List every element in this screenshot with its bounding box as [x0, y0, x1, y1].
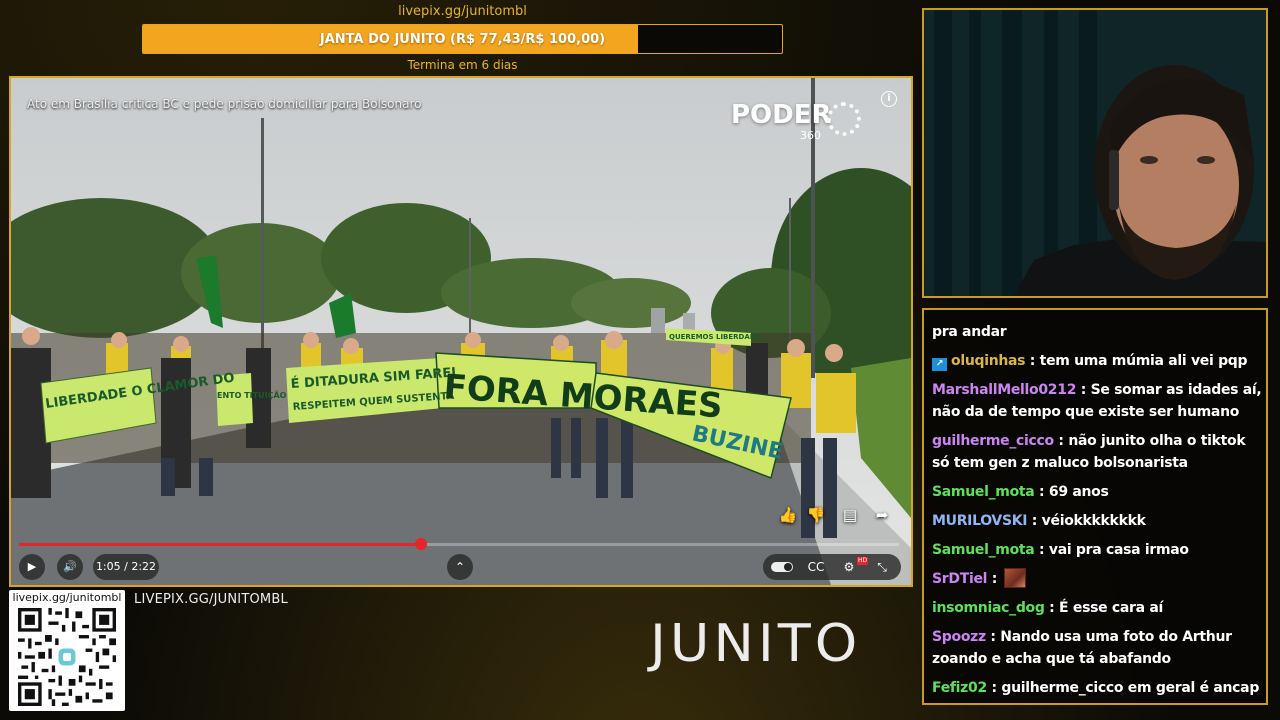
chat-username[interactable]: MURILOVSKI: [932, 513, 1028, 529]
info-icon[interactable]: i: [881, 91, 897, 107]
chat-username[interactable]: Fefiz02: [932, 680, 987, 696]
chat-message: MarshallMello0212 : Se somar as idades a…: [932, 379, 1262, 423]
webcam-feed: [922, 8, 1268, 298]
thumbs-down-icon[interactable]: 👎: [805, 504, 827, 526]
play-icon[interactable]: ▶: [19, 554, 45, 580]
chat-separator: :: [1076, 382, 1091, 398]
chat-username[interactable]: Samuel_mota: [932, 542, 1035, 558]
goal-url: livepix.gg/junitombl: [398, 4, 527, 19]
banner-side-text: ENTO TITUIÇÃO: [217, 390, 287, 400]
chat-message: Fefiz02 : guilherme_cicco em geral é anc…: [932, 677, 1262, 699]
chat-text: 69 anos: [1048, 484, 1109, 500]
chat-username[interactable]: insomniac_dog: [932, 600, 1045, 616]
chat-panel[interactable]: pra andar ↗ oluqinhas : tem uma múmia ali …: [922, 308, 1268, 705]
chat-text: É esse cara aí: [1059, 600, 1164, 616]
video-title[interactable]: Ato em Brasília critica BC e pede prisão…: [27, 97, 421, 111]
chat-message: Samuel_mota : 69 anos: [932, 481, 1262, 503]
captions-icon[interactable]: CC: [805, 554, 827, 580]
chat-username[interactable]: MarshallMello0212: [932, 382, 1076, 398]
webcam-image: [924, 10, 1266, 296]
chat-text: tem uma múmia ali vei pqp: [1039, 353, 1248, 369]
goal-ends-text: Termina em 6 dias: [407, 58, 518, 72]
chat-message-list: pra andar ↗ oluqinhas : tem uma múmia ali …: [932, 321, 1262, 703]
share-icon[interactable]: ➦: [871, 504, 893, 526]
video-progress-bar[interactable]: [19, 538, 899, 550]
chat-username[interactable]: guilherme_cicco: [932, 433, 1054, 449]
chat-badge-icon: ↗: [932, 358, 947, 371]
qr-code-icon: [18, 608, 116, 706]
chat-separator: :: [1044, 600, 1060, 616]
chat-message: SrDTiel :: [932, 568, 1262, 590]
chat-separator: :: [985, 629, 1001, 645]
chat-username[interactable]: Samuel_mota: [932, 484, 1035, 500]
goal-label: JANTA DO JUNITO (R$ 77,43/R$ 100,00): [319, 32, 606, 47]
chat-separator: :: [1025, 353, 1040, 369]
chat-message: guilherme_cicco : não junito olha o tikt…: [932, 430, 1262, 474]
video-frame-image: LIBERDADE O CLAMOR DO ENTO TITUIÇÃO É DI…: [11, 78, 911, 585]
chat-text: véiokkkkkkkk: [1041, 513, 1146, 529]
junito-logo: JUNITO: [650, 613, 862, 674]
chat-message: insomniac_dog : É esse cara aí: [932, 597, 1262, 619]
chevron-up-icon[interactable]: ⌃: [447, 554, 473, 580]
chat-username[interactable]: Spoozz: [932, 629, 986, 645]
banner-small-text: QUEREMOS LIBERDADE: [669, 333, 761, 341]
chat-message: ↗ oluqinhas : tem uma múmia ali vei pqp: [932, 350, 1262, 372]
livepix-banner[interactable]: LIVEPIX.GG/JUNITOMBL: [134, 592, 288, 607]
chat-username[interactable]: oluqinhas: [951, 353, 1026, 369]
video-progress-fill: [19, 543, 421, 546]
chat-emote: [1003, 568, 1026, 588]
chat-message: MURILOVSKI : véiokkkkkkkk: [932, 510, 1262, 532]
chat-message: pra andar: [932, 321, 1262, 343]
chat-username[interactable]: SrDTiel: [932, 571, 987, 587]
chat-separator: :: [986, 680, 1002, 696]
video-time: 1:05 / 2:22: [93, 554, 159, 580]
chat-text: guilherme_cicco em geral é ancap: [1001, 680, 1260, 696]
chat-separator: :: [987, 571, 1002, 587]
video-progress-handle[interactable]: [414, 538, 427, 550]
channel-logo[interactable]: PODER: [731, 100, 832, 130]
chat-separator: :: [1053, 433, 1069, 449]
comment-icon[interactable]: ▤: [839, 504, 861, 526]
volume-icon[interactable]: 🔊: [57, 554, 83, 580]
qr-code-card: livepix.gg/junitombl: [9, 590, 125, 711]
channel-logo-ring-icon: [827, 102, 861, 136]
chat-message: Samuel_mota : vai pra casa irmao: [932, 539, 1262, 561]
chat-separator: :: [1034, 542, 1049, 558]
chat-separator: :: [1027, 513, 1042, 529]
qr-url: livepix.gg/junitombl: [12, 591, 122, 604]
thumbs-up-icon[interactable]: 👍: [777, 504, 799, 526]
channel-logo-sub: 360: [800, 129, 821, 142]
chat-text: vai pra casa irmao: [1048, 542, 1189, 558]
chat-text: pra andar: [932, 324, 1007, 340]
chat-separator: :: [1034, 484, 1049, 500]
goal-progress-bar: JANTA DO JUNITO (R$ 77,43/R$ 100,00): [142, 24, 783, 54]
video-player[interactable]: LIBERDADE O CLAMOR DO ENTO TITUIÇÃO É DI…: [9, 76, 913, 587]
hd-badge: HD: [857, 557, 869, 565]
autoplay-toggle[interactable]: [771, 562, 793, 572]
fullscreen-icon[interactable]: ⤡: [871, 554, 893, 580]
player-right-controls: CC ⚙ HD ⤡: [763, 554, 901, 580]
chat-message: Spoozz : Nando usa uma foto do Arthur zo…: [932, 626, 1262, 670]
